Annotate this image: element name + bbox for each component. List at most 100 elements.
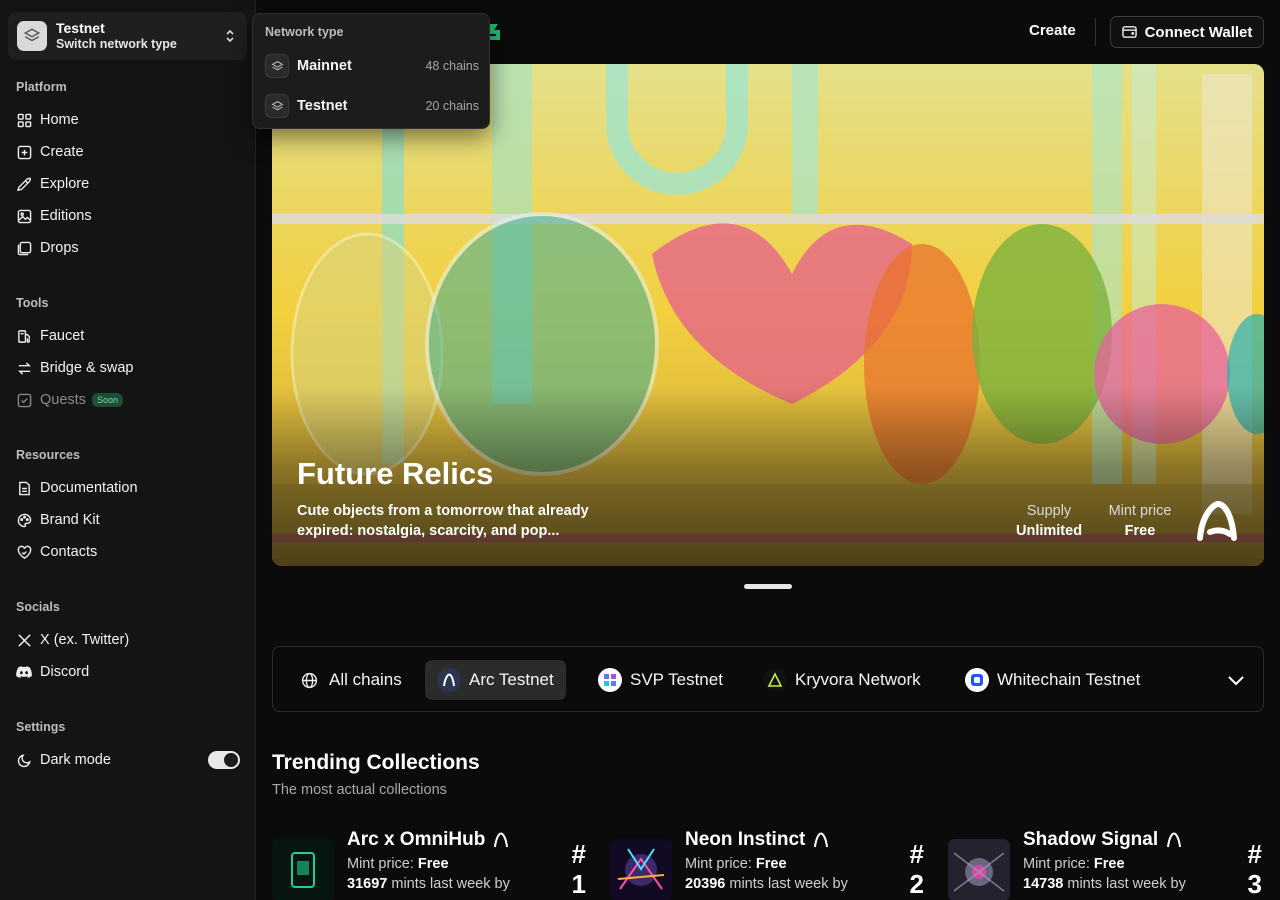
- collection-rank: #1: [571, 839, 586, 899]
- chain-chip-whitechain-testnet[interactable]: Whitechain Testnet: [953, 660, 1152, 700]
- network-switcher[interactable]: Testnet Switch network type: [8, 12, 247, 60]
- sidebar-item-quests: Quests Soon: [16, 388, 240, 412]
- file-text-icon: [16, 480, 32, 496]
- hero-banner[interactable]: Future Relics Cute objects from a tomorr…: [272, 64, 1264, 566]
- sidebar-item-x-twitter[interactable]: X (ex. Twitter): [16, 628, 240, 652]
- supply-label: Supply: [1026, 503, 1072, 519]
- arc-chain-icon: [437, 668, 461, 692]
- soon-badge: Soon: [91, 393, 123, 407]
- collection-thumbnail: [272, 839, 334, 900]
- sidebar-item-label: X (ex. Twitter): [40, 632, 130, 648]
- sidebar-item-brand-kit[interactable]: Brand Kit: [16, 508, 240, 532]
- sidebar-item-create[interactable]: Create: [16, 140, 240, 164]
- chain-chip-label: Arc Testnet: [469, 670, 554, 689]
- palette-icon: [16, 512, 32, 528]
- sidebar-item-explore[interactable]: Explore: [16, 172, 240, 196]
- sidebar-item-label: Create: [40, 144, 84, 160]
- images-icon: [16, 240, 32, 256]
- network-type-dropdown: Network type Mainnet 48 chains Testnet 2…: [252, 13, 490, 129]
- collection-mint-price: Mint price: Free: [347, 856, 449, 872]
- arc-verified-icon: [1167, 832, 1182, 848]
- sidebar-item-label: Explore: [40, 176, 90, 192]
- toggle-knob: [224, 753, 238, 767]
- sidebar: Testnet Switch network type Platform Hom…: [0, 0, 256, 900]
- collection-name-row: Shadow Signal: [1023, 829, 1182, 851]
- chevrons-up-down-icon: [223, 27, 237, 45]
- moon-icon: [16, 752, 32, 768]
- chain-chip-arc-testnet[interactable]: Arc Testnet: [425, 660, 566, 700]
- network-subtitle: Switch network type: [56, 36, 177, 51]
- sidebar-item-editions[interactable]: Editions: [16, 204, 240, 228]
- collection-card[interactable]: Arc x OmniHub Mint price: Free 31697 min…: [272, 828, 588, 900]
- section-label-socials: Socials: [16, 600, 60, 614]
- sidebar-item-label: Faucet: [40, 328, 85, 344]
- chain-chip-label: SVP Testnet: [630, 670, 723, 689]
- globe-icon: [297, 668, 321, 692]
- discord-icon: [16, 664, 32, 680]
- sidebar-item-label: Home: [40, 112, 79, 128]
- collection-name: Neon Instinct: [685, 829, 806, 850]
- hero-supply: Supply Unlimited: [1016, 501, 1082, 541]
- dark-mode-row: Dark mode: [16, 748, 240, 772]
- kryvora-chain-icon: [763, 668, 787, 692]
- sidebar-item-home[interactable]: Home: [16, 108, 240, 132]
- collection-name: Shadow Signal: [1023, 829, 1159, 850]
- dropdown-item-name: Testnet: [297, 98, 348, 114]
- sidebar-item-bridge-swap[interactable]: Bridge & swap: [16, 356, 240, 380]
- arc-verified-icon: [494, 832, 509, 848]
- sidebar-item-faucet[interactable]: Faucet: [16, 324, 240, 348]
- collection-mint-price: Mint price: Free: [685, 856, 787, 872]
- collection-card[interactable]: Shadow Signal Mint price: Free 14738 min…: [948, 828, 1264, 900]
- sidebar-item-discord[interactable]: Discord: [16, 660, 240, 684]
- chevron-down-icon[interactable]: [1225, 669, 1247, 691]
- section-label-platform: Platform: [16, 80, 67, 94]
- sidebar-item-label: Bridge & swap: [40, 360, 134, 376]
- dropdown-item-count: 48 chains: [425, 59, 479, 73]
- dropdown-label: Network type: [265, 25, 344, 39]
- chain-filter-bar: All chains Arc Testnet SVP Testnet Kryvo…: [272, 646, 1264, 712]
- chain-chip-all[interactable]: All chains: [285, 660, 414, 700]
- whitechain-icon: [965, 668, 989, 692]
- svp-chain-icon: [598, 668, 622, 692]
- collection-rank: #3: [1247, 839, 1262, 899]
- dark-mode-label: Dark mode: [40, 752, 111, 768]
- sidebar-item-label: Drops: [40, 240, 79, 256]
- collection-name-row: Neon Instinct: [685, 829, 829, 851]
- fuel-icon: [16, 328, 32, 344]
- layers-icon: [17, 21, 47, 51]
- swap-arrows-icon: [16, 360, 32, 376]
- supply-value: Unlimited: [1016, 523, 1083, 539]
- header-create-link[interactable]: Create: [1029, 22, 1076, 39]
- hero-description: Cute objects from a tomorrow that alread…: [297, 503, 589, 539]
- image-icon: [16, 208, 32, 224]
- sidebar-item-drops[interactable]: Drops: [16, 236, 240, 260]
- arc-verified-icon: [814, 832, 829, 848]
- trending-subtitle: The most actual collections: [272, 782, 447, 798]
- sidebar-item-documentation[interactable]: Documentation: [16, 476, 240, 500]
- dark-mode-toggle[interactable]: [208, 751, 240, 769]
- trending-title: Trending Collections: [272, 751, 480, 774]
- section-label-settings: Settings: [16, 720, 66, 734]
- collection-rank: #2: [909, 839, 924, 899]
- connect-wallet-button[interactable]: Connect Wallet: [1110, 16, 1264, 48]
- chain-chip-svp-testnet[interactable]: SVP Testnet: [586, 660, 735, 700]
- dropdown-item-testnet[interactable]: Testnet 20 chains: [265, 93, 479, 119]
- layers-icon: [265, 54, 289, 78]
- collection-mints: 14738 mints last week by: [1023, 876, 1186, 892]
- dropdown-item-mainnet[interactable]: Mainnet 48 chains: [265, 53, 479, 79]
- chain-chip-kryvora-network[interactable]: Kryvora Network: [751, 660, 933, 700]
- network-title: Testnet: [56, 20, 105, 37]
- sidebar-item-contacts[interactable]: Contacts: [16, 540, 240, 564]
- collection-thumbnail: [610, 839, 672, 900]
- dropdown-item-name: Mainnet: [297, 58, 352, 74]
- carousel-indicator[interactable]: [744, 584, 792, 589]
- section-label-resources: Resources: [16, 448, 80, 462]
- collection-mints: 20396 mints last week by: [685, 876, 848, 892]
- collection-mints: 31697 mints last week by: [347, 876, 510, 892]
- grid-icon: [16, 112, 32, 128]
- rocket-icon: [16, 176, 32, 192]
- collection-mint-price: Mint price: Free: [1023, 856, 1125, 872]
- collection-card[interactable]: Neon Instinct Mint price: Free 20396 min…: [610, 828, 926, 900]
- checkbox-icon: [16, 392, 32, 408]
- sidebar-item-label: Quests: [40, 392, 86, 408]
